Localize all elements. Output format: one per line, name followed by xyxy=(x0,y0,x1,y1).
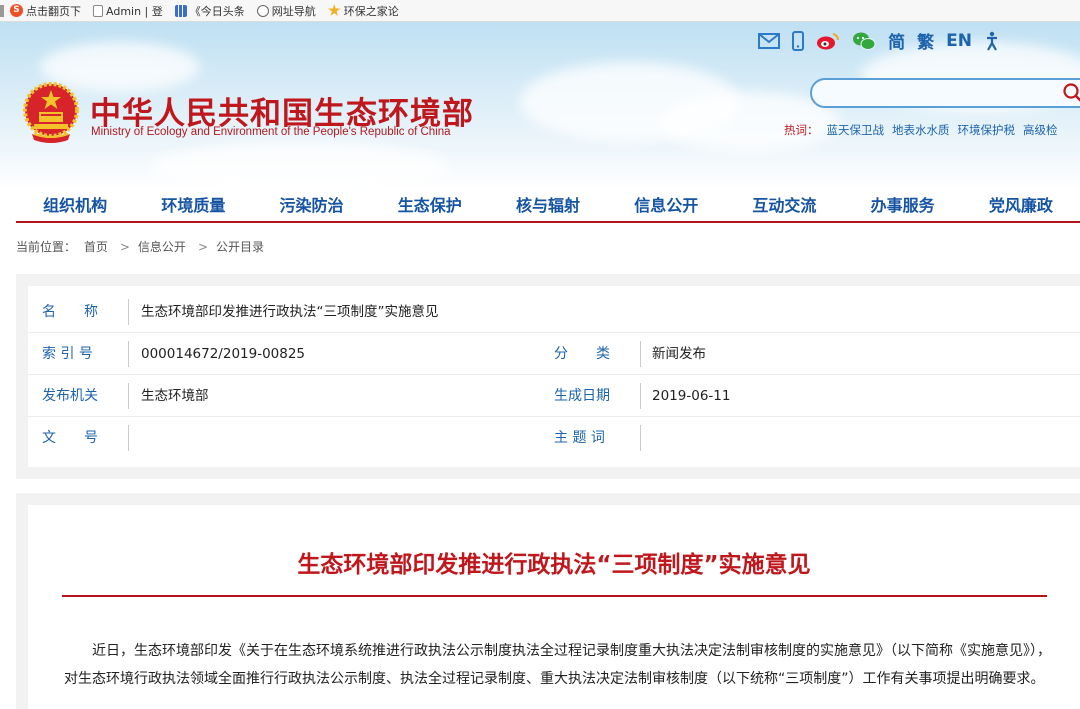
meta-name-label: 名 称 xyxy=(42,304,98,320)
nav-item-nuclear-radiation[interactable]: 核与辐射 xyxy=(489,190,607,221)
meta-index-value: 000014672/2019-00825 xyxy=(141,346,306,362)
mail-icon[interactable] xyxy=(758,32,781,49)
breadcrumb-label: 当前位置： xyxy=(16,240,77,254)
bookmark-label: Admin | 登 xyxy=(106,4,163,18)
star-icon xyxy=(328,4,341,16)
advanced-search-link[interactable]: 高级检 xyxy=(1023,123,1058,137)
nav-item-pollution-control[interactable]: 污染防治 xyxy=(252,190,370,221)
bookmarks-bar: S 点击翻页下 Admin | 登 《今日头条 网址导航 环保之家论 xyxy=(0,0,1080,22)
meta-row-docno: 文 号 主 题 词 xyxy=(28,417,1080,459)
search-box xyxy=(810,78,1080,108)
nav-item-information-disclosure[interactable]: 信息公开 xyxy=(607,190,725,221)
article-container: 生态环境部印发推进行政执法“三项制度”实施意见 近日，生态环境部印发《关于在生态… xyxy=(16,493,1080,709)
hot-link-blue-sky[interactable]: 蓝天保卫战 xyxy=(827,123,885,137)
globe-icon xyxy=(256,4,269,17)
breadcrumb: 当前位置： 首页 > 信息公开 > 公开目录 xyxy=(16,238,268,255)
bookmark-label: 环保之家论 xyxy=(343,4,399,18)
nav-item-environment-quality[interactable]: 环境质量 xyxy=(134,190,252,221)
meta-publisher-value: 生态环境部 xyxy=(141,388,209,404)
meta-date-label: 生成日期 xyxy=(554,388,610,404)
bookmark-sogou[interactable]: S 点击翻页下 xyxy=(10,3,81,19)
breadcrumb-home[interactable]: 首页 xyxy=(84,240,108,254)
breadcrumb-info-disclosure[interactable]: 信息公开 xyxy=(138,240,186,254)
bookmark-edge[interactable] xyxy=(0,4,4,17)
article-body: 近日，生态环境部印发《关于在生态环境系统推进行政执法公示制度执法全过程记录制度重… xyxy=(64,643,1051,687)
meta-name-value: 生态环境部印发推进行政执法“三项制度”实施意见 xyxy=(141,304,439,320)
bookmark-label: 《今日头条 xyxy=(189,4,245,18)
accessibility-icon[interactable] xyxy=(984,31,1000,51)
national-emblem-logo xyxy=(22,82,80,144)
hot-label: 热词： xyxy=(784,123,819,137)
meta-row-publisher: 发布机关 生态环境部 生成日期 2019-06-11 xyxy=(28,375,1080,417)
traditional-chinese-link[interactable]: 繁 xyxy=(917,28,934,53)
search-icon[interactable] xyxy=(1062,82,1080,108)
meta-keywords-label: 主 题 词 xyxy=(554,430,605,446)
toutiao-icon xyxy=(174,4,187,17)
wechat-icon[interactable] xyxy=(852,31,876,51)
weibo-icon[interactable] xyxy=(816,31,840,51)
document-meta-panel: 名 称 生态环境部印发推进行政执法“三项制度”实施意见 索 引 号 000014… xyxy=(16,274,1080,479)
hot-keywords: 热词： 蓝天保卫战 地表水水质 环境保护税 高级检 xyxy=(784,122,1058,138)
site-header: 简 繁 EN 中华人民共和国生态环境部 Ministry of Ecology … xyxy=(0,22,1080,190)
search-input[interactable] xyxy=(826,80,1056,106)
english-link[interactable]: EN xyxy=(946,31,972,51)
nav-item-organization[interactable]: 组织机构 xyxy=(16,190,134,221)
hot-link-water[interactable]: 地表水水质 xyxy=(892,123,950,137)
page-icon xyxy=(93,4,103,17)
top-toolbar: 简 繁 EN xyxy=(758,28,1000,53)
breadcrumb-separator: > xyxy=(197,240,208,254)
nav-item-party-conduct[interactable]: 党风廉政 xyxy=(962,190,1080,221)
bookmark-label: 点击翻页下 xyxy=(26,4,81,18)
bookmark-admin[interactable]: Admin | 登 xyxy=(93,3,163,19)
bookmark-nav[interactable]: 网址导航 xyxy=(256,3,316,19)
simplified-chinese-link[interactable]: 简 xyxy=(888,28,905,53)
article-title: 生态环境部印发推进行政执法“三项制度”实施意见 xyxy=(297,552,811,578)
title-divider xyxy=(62,595,1047,597)
hot-link-tax[interactable]: 环境保护税 xyxy=(958,123,1016,137)
breadcrumb-catalog[interactable]: 公开目录 xyxy=(216,240,264,254)
meta-date-value: 2019-06-11 xyxy=(652,388,731,404)
mobile-icon[interactable] xyxy=(792,30,805,51)
main-nav: 组织机构 环境质量 污染防治 生态保护 核与辐射 信息公开 互动交流 办事服务 … xyxy=(16,190,1080,223)
sogou-icon: S xyxy=(10,4,23,17)
meta-index-label: 索 引 号 xyxy=(42,346,93,362)
bookmark-label: 网址导航 xyxy=(271,4,316,18)
tab-edge-icon xyxy=(0,4,4,17)
meta-category-value: 新闻发布 xyxy=(652,346,706,362)
document-meta-table: 名 称 生态环境部印发推进行政执法“三项制度”实施意见 索 引 号 000014… xyxy=(28,286,1080,467)
meta-row-index: 索 引 号 000014672/2019-00825 分 类 新闻发布 xyxy=(28,333,1080,375)
breadcrumb-separator: > xyxy=(119,240,130,254)
nav-item-ecological-protection[interactable]: 生态保护 xyxy=(371,190,489,221)
meta-publisher-label: 发布机关 xyxy=(42,388,98,404)
article: 生态环境部印发推进行政执法“三项制度”实施意见 近日，生态环境部印发《关于在生态… xyxy=(28,505,1080,709)
bookmark-hbzj[interactable]: 环保之家论 xyxy=(328,3,399,19)
meta-row-name: 名 称 生态环境部印发推进行政执法“三项制度”实施意见 xyxy=(28,291,1080,333)
meta-category-label: 分 类 xyxy=(554,346,610,362)
bookmark-toutiao[interactable]: 《今日头条 xyxy=(174,3,245,19)
nav-item-services[interactable]: 办事服务 xyxy=(844,190,962,221)
nav-item-interaction[interactable]: 互动交流 xyxy=(725,190,843,221)
meta-docno-label: 文 号 xyxy=(42,430,98,446)
site-subtitle: Ministry of Ecology and Environment of t… xyxy=(91,126,451,138)
